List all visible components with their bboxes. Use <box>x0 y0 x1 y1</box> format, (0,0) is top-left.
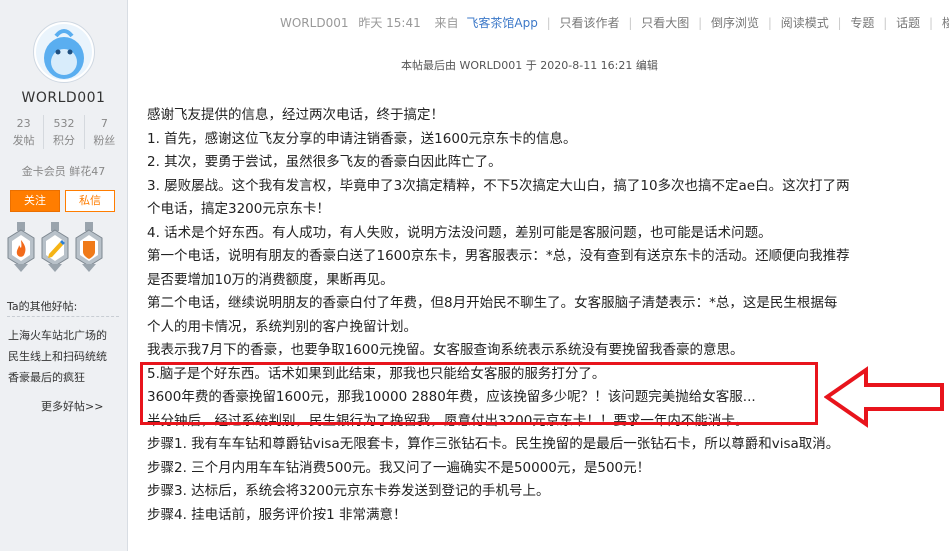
highlight-box <box>140 362 818 425</box>
post-line: 第一个电话，说明有朋友的香豪白送了1600京东卡，男客服表示：*总，没有查到有送… <box>147 248 850 264</box>
only-author-link[interactable]: 只看该作者 <box>560 14 620 31</box>
post-line: 个人的用卡情况，系统判别的客户挽留计划。 <box>147 318 417 335</box>
post-line: 步骤3. 达标后，系统会将3200元京东卡券发送到登记的手机号上。 <box>147 483 550 499</box>
reverse-order-link[interactable]: 倒序浏览 <box>711 14 759 31</box>
stat-label: 积分 <box>52 134 75 147</box>
other-post-link[interactable]: 民生线上和扫码统统 <box>8 346 123 367</box>
reading-mode-link[interactable]: 阅读模式 <box>781 14 829 31</box>
edit-note: 本帖最后由 WORLD001 于 2020-8-11 16:21 编辑 <box>401 59 658 72</box>
separator: | <box>546 16 551 30</box>
post-line: 4. 话术是个好东西。有人成功，有人失败，说明方法没问题，差别可能是客服问题，也… <box>147 224 772 241</box>
post-line: 3. 屡败屡战。这个我有发言权，毕竟申了3次搞定精粹，不下5次搞定大山白，搞了1… <box>147 177 850 194</box>
follow-button[interactable]: 关注 <box>10 190 60 212</box>
separator: | <box>883 16 888 30</box>
other-posts-list: 上海火车站北广场的 民生线上和扫码统统 香豪最后的疯狂 <box>8 325 123 388</box>
post-line: 步骤2. 三个月内用车车钻消费500元。我又问了一遍确实不是50000元，是50… <box>147 459 651 476</box>
other-posts-title: Ta的其他好帖: <box>7 300 78 313</box>
tags-link[interactable]: 话题 <box>896 14 920 31</box>
pen-medal-icon[interactable] <box>40 222 70 274</box>
from-label: 来自 <box>434 16 459 30</box>
topic-link[interactable]: 专题 <box>850 14 874 31</box>
shield-medal-icon[interactable] <box>74 222 104 274</box>
user-sidebar: WORLD001 23 发帖 532 积分 7 粉丝 金卡会员 鲜花47 关注 … <box>0 0 128 551</box>
post-line: 是否要增加10万的消费额度，果断再见。 <box>147 271 394 288</box>
stat-fans[interactable]: 7 粉丝 <box>85 115 124 149</box>
left-arrow-icon <box>824 366 944 428</box>
other-post-link[interactable]: 香豪最后的疯狂 <box>8 367 123 388</box>
stat-posts[interactable]: 23 发帖 <box>4 115 45 149</box>
app-link[interactable]: 飞客茶馆App <box>466 14 537 31</box>
member-info: 金卡会员 鲜花47 <box>21 165 106 178</box>
post-line: 步骤4. 挂电话前，服务评价按1 非常满意！ <box>147 506 407 523</box>
post-meta-bar: WORLD001 昨天 15:41 来自 飞客茶馆App | 只看该作者 | 只… <box>280 14 949 31</box>
separator: | <box>767 16 772 30</box>
user-stats: 23 发帖 532 积分 7 粉丝 <box>4 115 124 149</box>
stat-points[interactable]: 532 积分 <box>44 115 85 149</box>
post-line: 第二个电话，继续说明朋友的香豪白付了年费，但8月开始民不聊生了。女客服脑子清楚表… <box>147 295 838 311</box>
floor-label: 楼主 <box>941 16 949 30</box>
avatar[interactable] <box>33 21 95 83</box>
stat-value: 23 <box>16 117 31 130</box>
separator: | <box>928 16 934 30</box>
stat-value: 532 <box>53 117 75 130</box>
separator: | <box>698 16 703 30</box>
stat-label: 发帖 <box>12 134 35 147</box>
other-post-link[interactable]: 上海火车站北广场的 <box>8 325 123 346</box>
post-line: 2. 其次，要勇于尝试，虽然很多飞友的香豪白因此阵亡了。 <box>147 154 502 170</box>
author-name[interactable]: WORLD001 <box>280 16 348 30</box>
post-body: 感谢飞友提供的信息，经过两次电话，终于搞定！ 1. 首先，感谢这位飞友分享的申请… <box>147 104 937 527</box>
large-images-link[interactable]: 只看大图 <box>641 14 689 31</box>
medal-list <box>6 222 104 274</box>
avatar-icon <box>36 24 92 80</box>
message-button[interactable]: 私信 <box>65 190 115 212</box>
post-line: 1. 首先，感谢这位飞友分享的申请注销香豪，送1600元京东卡的信息。 <box>147 130 577 147</box>
post-line: 我表示我7月下的香豪，也要争取1600元挽留。女客服查询系统表示系统没有要挽留我… <box>147 342 744 358</box>
separator: | <box>628 16 633 30</box>
post-line: 步骤1. 我有车车钻和尊爵钻visa无限套卡，算作三张钻石卡。民生挽留的是最后一… <box>147 436 840 452</box>
stat-value: 7 <box>100 117 108 130</box>
post-line: 感谢飞友提供的信息，经过两次电话，终于搞定！ <box>147 107 444 123</box>
more-posts-link[interactable]: 更多好帖>> <box>41 398 103 414</box>
fire-medal-icon[interactable] <box>6 222 36 274</box>
separator: | <box>837 16 842 30</box>
stat-label: 粉丝 <box>93 134 116 147</box>
post-time: 昨天 15:41 <box>358 16 421 30</box>
username[interactable]: WORLD001 <box>0 90 127 106</box>
divider <box>7 316 119 317</box>
post-line: 个电话，搞定3200元京东卡！ <box>147 201 330 217</box>
